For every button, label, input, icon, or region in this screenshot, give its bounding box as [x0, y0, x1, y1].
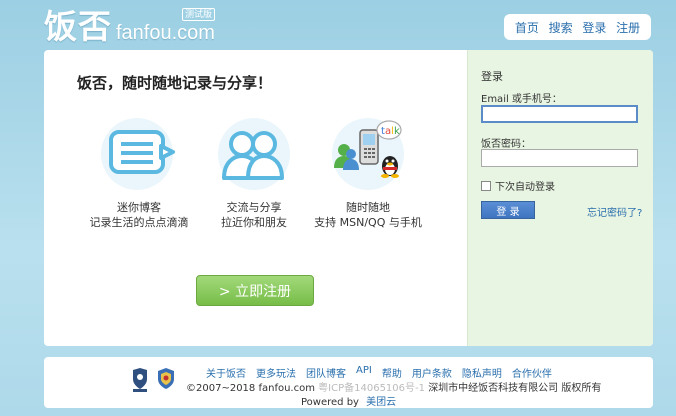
- footer-link-partners[interactable]: 合作伙伴: [512, 365, 552, 380]
- feature-title: 随时随地: [346, 201, 390, 214]
- footer-link-help[interactable]: 帮助: [382, 365, 402, 380]
- forgot-password-link[interactable]: 忘记密码了?: [587, 204, 642, 219]
- feature-description: 记录生活的点点滴滴: [89, 216, 189, 229]
- logo-english-text: fanfou.com: [116, 22, 215, 44]
- svg-text:k: k: [394, 126, 400, 137]
- footer-link-more[interactable]: 更多玩法: [256, 365, 296, 380]
- footer: 关于饭否 更多玩法 团队博客 API 帮助 用户条款 隐私声明 合作伙伴 ©20…: [44, 357, 653, 408]
- police-badge-icon[interactable]: [156, 367, 176, 391]
- chat-bubble-icon: [101, 118, 175, 190]
- nav-login-link[interactable]: 登录: [582, 19, 606, 36]
- copyright-text: ©2007~2018 fanfou.com: [186, 383, 315, 394]
- site-logo[interactable]: 饭否 测试版 fanfou.com: [44, 8, 215, 46]
- feature-description: 拉近你和朋友: [221, 216, 287, 229]
- feature-mobile: t a l k 随时随地 支持 MSN/QQ 与手机: [303, 116, 433, 230]
- login-panel: 登录 Email 或手机号： 饭否密码： 下次自动登录 登 录 忘记密码了?: [467, 50, 653, 346]
- people-icon: [218, 118, 290, 190]
- login-button[interactable]: 登 录: [481, 201, 535, 219]
- feature-title: 迷你博客: [117, 201, 161, 214]
- top-nav: 首页 搜索 登录 注册: [504, 14, 651, 40]
- remember-me[interactable]: 下次自动登录: [481, 178, 555, 193]
- feature-share: 交流与分享 拉近你和朋友: [189, 116, 319, 230]
- footer-link-privacy[interactable]: 隐私声明: [462, 365, 502, 380]
- footer-link-api[interactable]: API: [356, 365, 372, 380]
- logo-chinese-text: 饭否: [44, 7, 112, 46]
- feature-title: 交流与分享: [226, 201, 282, 214]
- email-label: Email 或手机号：: [481, 94, 562, 105]
- feature-microblog: 迷你博客 记录生活的点点滴滴: [74, 116, 204, 230]
- logo-english: 测试版 fanfou.com: [116, 8, 215, 46]
- company-text: 深圳市中经饭否科技有限公司 版权所有: [428, 383, 602, 394]
- main-panel: 饭否，随时随地记录与分享！ 迷你博客 记录生活的点点滴滴 交流与分享 拉近你和朋…: [44, 50, 653, 346]
- footer-link-blog[interactable]: 团队博客: [306, 365, 346, 380]
- register-now-button[interactable]: > 立即注册: [196, 275, 314, 306]
- password-field[interactable]: [481, 149, 638, 167]
- footer-links: 关于饭否 更多玩法 团队博客 API 帮助 用户条款 隐私声明 合作伙伴: [206, 365, 552, 380]
- intro-section: 饭否，随时随地记录与分享！ 迷你博客 记录生活的点点滴滴 交流与分享 拉近你和朋…: [44, 50, 467, 346]
- footer-copyright: ©2007~2018 fanfou.com 粤ICP备14065106号-1 深…: [186, 379, 601, 394]
- remember-me-checkbox[interactable]: [481, 180, 491, 191]
- footer-link-terms[interactable]: 用户条款: [412, 365, 452, 380]
- footer-link-about[interactable]: 关于饭否: [206, 365, 246, 380]
- remember-me-label: 下次自动登录: [495, 182, 555, 193]
- email-field[interactable]: [481, 105, 638, 123]
- password-label: 饭否密码：: [481, 139, 531, 150]
- login-title: 登录: [481, 70, 503, 83]
- nav-register-link[interactable]: 注册: [616, 19, 640, 36]
- feature-description: 支持 MSN/QQ 与手机: [314, 216, 422, 229]
- page-headline: 饭否，随时随地记录与分享！: [77, 74, 273, 92]
- mobile-im-icon: t a l k: [332, 118, 404, 190]
- nav-home-link[interactable]: 首页: [515, 19, 539, 36]
- powered-by-link[interactable]: 美团云: [366, 397, 396, 408]
- powered-by: Powered by 美团云: [301, 393, 396, 408]
- nav-search-link[interactable]: 搜索: [549, 19, 573, 36]
- beta-badge: 测试版: [181, 8, 215, 21]
- security-badge-icon[interactable]: [131, 367, 149, 393]
- powered-by-label: Powered by: [301, 397, 359, 408]
